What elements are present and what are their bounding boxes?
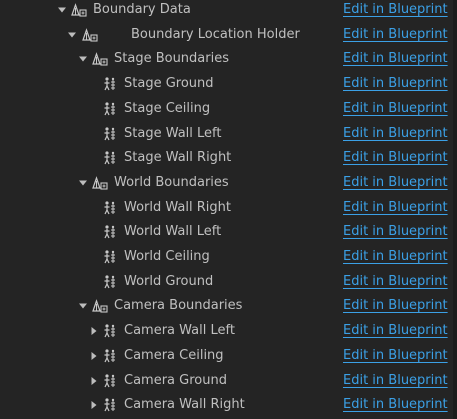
tree-row[interactable]: Stage Wall Right Edit in Blueprint xyxy=(0,146,457,171)
edit-in-blueprint-link[interactable]: Edit in Blueprint xyxy=(343,0,448,22)
tree-row[interactable]: Stage Ceiling Edit in Blueprint xyxy=(0,97,457,122)
chevron-right-icon[interactable] xyxy=(88,369,100,393)
edit-in-blueprint-link[interactable]: Edit in Blueprint xyxy=(343,369,448,393)
edit-in-blueprint-link[interactable]: Edit in Blueprint xyxy=(343,270,448,294)
scene-component-icon xyxy=(101,97,119,121)
tree-row[interactable]: Stage Ground Edit in Blueprint xyxy=(0,72,457,97)
tree-row[interactable]: World Wall Left Edit in Blueprint xyxy=(0,220,457,245)
tree-row[interactable]: Camera Wall Right Edit in Blueprint xyxy=(0,393,457,418)
scene-component-icon xyxy=(101,270,119,294)
tree-row-label: Camera Boundaries xyxy=(114,298,243,314)
chevron-down-icon[interactable] xyxy=(66,23,78,47)
tree-row[interactable]: World Boundaries Edit in Blueprint xyxy=(0,171,457,196)
tree-row[interactable]: World Wall Right Edit in Blueprint xyxy=(0,196,457,221)
edit-in-blueprint-link[interactable]: Edit in Blueprint xyxy=(343,23,448,47)
tree-row-label: Camera Ceiling xyxy=(124,347,224,363)
tree-row[interactable]: World Ceiling Edit in Blueprint xyxy=(0,245,457,270)
scene-component-icon xyxy=(101,319,119,343)
tree-row-label: Stage Ceiling xyxy=(124,100,211,116)
scene-component-icon xyxy=(101,122,119,146)
edit-in-blueprint-link[interactable]: Edit in Blueprint xyxy=(343,122,448,146)
tree-row[interactable]: Boundary Location Holder Edit in Blueprin… xyxy=(0,23,457,48)
chevron-down-icon[interactable] xyxy=(56,0,68,22)
tree-row-label: Stage Wall Left xyxy=(124,125,222,141)
tree-row[interactable]: Camera Ceiling Edit in Blueprint xyxy=(0,344,457,369)
tree-row[interactable]: Camera Wall Left Edit in Blueprint xyxy=(0,319,457,344)
edit-in-blueprint-link[interactable]: Edit in Blueprint xyxy=(343,146,448,170)
scene-component-icon xyxy=(101,72,119,96)
tree-row-label: World Wall Left xyxy=(124,224,222,240)
scene-component-icon xyxy=(101,220,119,244)
tree-row-label: World Ground xyxy=(124,273,214,289)
tree-row-label: World Wall Right xyxy=(124,199,231,215)
tree-row-label: Boundary Data xyxy=(93,2,191,17)
scene-component-icon xyxy=(101,344,119,368)
tree-row[interactable]: Camera Ground Edit in Blueprint xyxy=(0,369,457,394)
edit-in-blueprint-link[interactable]: Edit in Blueprint xyxy=(343,196,448,220)
tree-row[interactable]: Camera Boundaries Edit in Blueprint xyxy=(0,294,457,319)
tree-row-label: World Ceiling xyxy=(124,249,210,264)
tree-row-label: Camera Ground xyxy=(124,372,227,388)
tree-row-label: Stage Wall Right xyxy=(124,150,232,166)
scene-component-icon xyxy=(101,245,119,269)
scene-component-icon xyxy=(101,393,119,417)
chevron-right-icon[interactable] xyxy=(88,319,100,343)
tree-row[interactable]: Stage Boundaries Edit in Blueprint xyxy=(0,47,457,72)
components-outliner: Boundary Data Edit in Blueprint Boundary L… xyxy=(0,0,457,419)
component-group-icon xyxy=(91,294,109,318)
edit-in-blueprint-link[interactable]: Edit in Blueprint xyxy=(343,47,448,71)
edit-in-blueprint-link[interactable]: Edit in Blueprint xyxy=(343,72,448,96)
component-group-icon xyxy=(91,47,109,71)
edit-in-blueprint-link[interactable]: Edit in Blueprint xyxy=(343,171,448,195)
edit-in-blueprint-link[interactable]: Edit in Blueprint xyxy=(343,319,448,343)
tree-row-label: Camera Wall Left xyxy=(124,323,235,339)
tree-row[interactable]: Boundary Data Edit in Blueprint xyxy=(0,0,457,23)
edit-in-blueprint-link[interactable]: Edit in Blueprint xyxy=(343,220,448,244)
tree-row[interactable]: World Ground Edit in Blueprint xyxy=(0,270,457,295)
component-group-icon xyxy=(81,23,99,47)
scene-component-icon xyxy=(101,369,119,393)
chevron-right-icon[interactable] xyxy=(88,344,100,368)
tree-row-label: Boundary Location Holder xyxy=(131,26,300,42)
edit-in-blueprint-link[interactable]: Edit in Blueprint xyxy=(343,393,448,417)
edit-in-blueprint-link[interactable]: Edit in Blueprint xyxy=(343,294,448,318)
edit-in-blueprint-link[interactable]: Edit in Blueprint xyxy=(343,245,448,269)
chevron-right-icon[interactable] xyxy=(88,393,100,417)
edit-in-blueprint-link[interactable]: Edit in Blueprint xyxy=(343,97,448,121)
scene-component-icon xyxy=(101,196,119,220)
tree-row-label: Stage Boundaries xyxy=(114,51,229,67)
tree-row-label: Camera Wall Right xyxy=(124,397,245,413)
chevron-down-icon[interactable] xyxy=(77,171,89,195)
scene-component-icon xyxy=(101,146,119,170)
chevron-down-icon[interactable] xyxy=(77,47,89,71)
component-group-icon xyxy=(91,171,109,195)
tree-row-label: World Boundaries xyxy=(114,174,229,190)
component-group-icon xyxy=(70,0,88,22)
edit-in-blueprint-link[interactable]: Edit in Blueprint xyxy=(343,344,448,368)
tree-row[interactable]: Stage Wall Left Edit in Blueprint xyxy=(0,122,457,147)
chevron-down-icon[interactable] xyxy=(77,294,89,318)
tree-row-label: Stage Ground xyxy=(124,76,214,92)
